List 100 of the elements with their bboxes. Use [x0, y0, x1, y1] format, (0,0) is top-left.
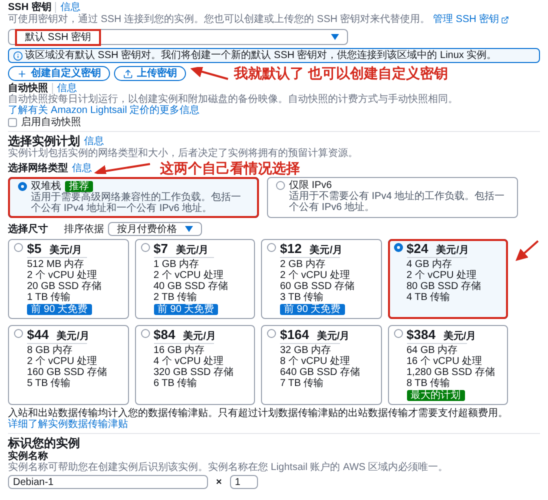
pricing-link[interactable]: 了解有关 Amazon Lightsail 定价的更多信息 — [8, 105, 200, 116]
times-sign: × — [216, 476, 222, 488]
instance-name-input[interactable]: Debian-1 — [8, 475, 208, 489]
ssh-key-select[interactable]: 默认 SSH 密钥 — [8, 29, 348, 45]
info-link[interactable]: 信息 — [84, 136, 104, 147]
plan-spec: 2 个 vCPU 处理 — [154, 270, 224, 281]
plan-spec: 2 个 vCPU 处理 — [280, 270, 350, 281]
section-label: SSH 密钥 — [8, 2, 52, 13]
plan-card[interactable]: $44 美元/月 8 GB 内存 2 个 vCPU 处理 160 GB SSD 存储 5 TB 传输 — [8, 325, 128, 405]
radio-button[interactable] — [140, 329, 150, 338]
plan-card[interactable]: $384 美元/月 64 GB 内存 16 个 vCPU 处理 1,280 GB SSD 存储 8 TB 传输 最大的计划 — [388, 325, 508, 405]
radio-button[interactable] — [394, 329, 402, 338]
plan-spec: 160 GB SSD 存储 — [27, 367, 108, 378]
plan-spec: 512 MB 内存 — [27, 259, 84, 270]
info-link[interactable]: 信息 — [55, 2, 80, 13]
plan-unit: 美元/月 — [310, 245, 342, 256]
plan-price: $5 — [27, 242, 42, 255]
plan-spec: 6 TB 传输 — [154, 378, 198, 389]
plan-spec: 2 GB 内存 — [280, 259, 327, 270]
manage-link[interactable]: 管理 SSH 密钥 — [433, 14, 510, 25]
plan-badge: 前 90 天免费 — [154, 304, 218, 315]
plan-unit: 美元/月 — [436, 245, 469, 256]
plan-badge: 前 90 天免费 — [27, 304, 92, 315]
annotation-text: 这两个自己看情况选择 — [160, 161, 300, 175]
plan-price: $384 — [406, 328, 436, 341]
upload-icon — [123, 68, 133, 78]
plan-spec: 4 TB 传输 — [406, 292, 452, 303]
select-value: 默认 SSH 密钥 — [17, 30, 100, 44]
plan-spec: 8 GB 内存 — [27, 345, 74, 356]
key-button[interactable]: 上传密钥 — [114, 66, 186, 81]
plan-spec: 1 GB 内存 — [154, 259, 200, 270]
plan-card[interactable]: $84 美元/月 16 GB 内存 4 个 vCPU 处理 320 GB SSD 存储 6 TB 传输 — [134, 325, 255, 405]
info-link[interactable]: 信息 — [72, 162, 92, 174]
plan-spec: 2 TB 传输 — [154, 292, 198, 303]
plan-spec: 64 GB 内存 — [406, 345, 459, 356]
checkbox-label: 启用自动快照 — [21, 117, 81, 128]
plan-price: $164 — [280, 328, 309, 341]
plan-spec: 8 TB 传输 — [406, 378, 452, 389]
plan-spec: 32 GB 内存 — [280, 345, 332, 356]
network-option[interactable]: 仅限 IPv6 适用于不需要公有 IPv4 地址的工作负载。包括一个公有 IPv6 地址。 — [267, 177, 518, 218]
plan-spec: 60 GB SSD 存储 — [280, 281, 354, 292]
plan-unit: 美元/月 — [316, 331, 350, 342]
recommended-badge: 推荐 — [65, 181, 93, 192]
plan-price: $12 — [280, 242, 302, 255]
plan-card[interactable]: $7 美元/月 1 GB 内存 2 个 vCPU 处理 40 GB SSD 存储 2 TB 传输 前 90 天免费 — [134, 239, 255, 319]
plan-price: $84 — [154, 328, 176, 341]
select-value: 按月付费价格 — [117, 224, 177, 234]
radio-button[interactable] — [140, 243, 150, 252]
option-description: 适用于不需要公有 IPv4 地址的工作负载。包括一个公有 IPv6 地址。 — [289, 191, 506, 213]
option-label: 双堆栈 — [31, 181, 61, 192]
plan-spec: 2 个 vCPU 处理 — [27, 270, 98, 281]
external-link-icon — [501, 16, 510, 24]
plan-badge: 前 90 天免费 — [280, 304, 345, 315]
plan-spec: 640 GB SSD 存储 — [280, 367, 360, 378]
plan-price: $44 — [27, 328, 49, 341]
plan-price: $24 — [406, 242, 428, 255]
info-link[interactable]: 信息 — [52, 83, 77, 94]
section-description: 可使用密钥对，通过 SSH 连接到您的实例。您也可以创建或上传您的 SSH 密钥对来代替使用。 管理 SSH 密钥 — [8, 14, 540, 25]
plan-spec: 80 GB SSD 存储 — [406, 281, 481, 292]
plan-spec: 5 TB 传输 — [27, 378, 72, 389]
network-option[interactable]: 双堆栈 推荐 适用于需要高级网络兼容性的工作负载。包括一个公有 IPv4 地址和一个公有 IPv6 地址。 — [8, 177, 259, 218]
plan-badge: 最大的计划 — [406, 390, 464, 401]
plus-icon — [17, 68, 27, 78]
section-description: 自动快照按每日计划运行，以创建实例和附加磁盘的备份映像。自动快照的计费方式与手动快照相同。 了解有关 Amazon Lightsail 定价的更多信息 — [8, 94, 459, 116]
radio-button[interactable] — [267, 243, 276, 252]
caret-icon — [331, 34, 339, 40]
field-label: 实例名称 — [8, 451, 49, 462]
plan-spec: 4 GB 内存 — [406, 259, 454, 270]
plan-spec: 20 GB SSD 存储 — [27, 281, 102, 292]
plan-spec: 2 个 vCPU 处理 — [406, 270, 477, 281]
radio-button[interactable] — [267, 329, 276, 338]
alert-text: 该区域没有默认 SSH 密钥对。我们将创建一个新的默认 SSH 密钥对，供您连接到该区域中的 Linux 实例。 — [25, 50, 497, 61]
plan-unit: 美元/月 — [56, 331, 90, 342]
plan-spec: 16 个 vCPU 处理 — [406, 356, 484, 367]
plan-card[interactable]: $24 美元/月 4 GB 内存 2 个 vCPU 处理 80 GB SSD 存储 4 TB 传输 — [388, 239, 508, 319]
plan-spec: 1 TB 传输 — [27, 292, 72, 303]
sort-select[interactable]: 按月付费价格 — [108, 222, 202, 236]
annotation-text: 我就默认了 也可以创建自定义密钥 — [234, 66, 448, 81]
radio-button[interactable] — [18, 182, 27, 191]
key-button[interactable]: 创建自定义密钥 — [8, 66, 110, 81]
radio-button[interactable] — [14, 243, 23, 252]
transfer-link[interactable]: 详细了解实例数据传输津贴 — [8, 419, 128, 430]
radio-button[interactable] — [394, 243, 402, 252]
plan-spec: 1,280 GB SSD 存储 — [406, 367, 495, 378]
field-description: 实例名称可帮助您在创建实例后识别该实例。实例名称在您 Lightsail 账户的 AWS 区域内必须唯一。 — [8, 462, 450, 473]
plan-spec: 16 GB 内存 — [154, 345, 205, 356]
plan-card[interactable]: $5 美元/月 512 MB 内存 2 个 vCPU 处理 20 GB SSD 存储 1 TB 传输 前 90 天免费 — [8, 239, 128, 319]
plan-unit: 美元/月 — [183, 331, 216, 342]
option-label: 仅限 IPv6 — [289, 180, 332, 191]
plan-price: $7 — [154, 242, 168, 255]
count-input[interactable]: 1 — [230, 475, 258, 489]
plan-spec: 4 个 vCPU 处理 — [154, 356, 224, 367]
annotation-arrow — [514, 239, 540, 261]
radio-button[interactable] — [14, 329, 23, 338]
checkbox[interactable] — [8, 118, 17, 127]
radio-button[interactable] — [276, 181, 285, 190]
sort-label: 排序依据 — [64, 224, 104, 234]
plan-card[interactable]: $164 美元/月 32 GB 内存 8 个 vCPU 处理 640 GB SSD 存储 7 TB 传输 — [261, 325, 382, 405]
section-label: 选择尺寸 — [8, 224, 48, 234]
plan-card[interactable]: $12 美元/月 2 GB 内存 2 个 vCPU 处理 60 GB SSD 存储 3 TB 传输 前 90 天免费 — [261, 239, 382, 319]
